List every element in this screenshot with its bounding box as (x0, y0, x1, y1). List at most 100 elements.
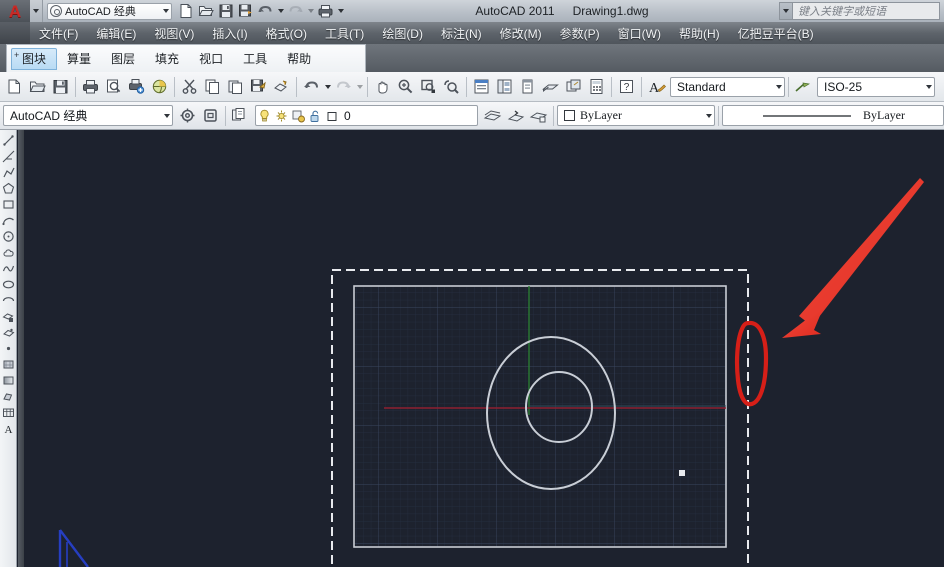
object-color-combo[interactable]: ByLayer (557, 105, 715, 126)
plot-preview-icon[interactable] (102, 75, 125, 99)
tab-blocks[interactable]: 图块 (11, 48, 57, 70)
new-button[interactable] (176, 2, 195, 21)
application-menu-caret[interactable] (30, 0, 43, 22)
help-icon[interactable]: ? (615, 75, 638, 99)
model-space-viewport[interactable] (24, 130, 944, 567)
publish-icon[interactable] (125, 75, 148, 99)
tab-tools[interactable]: 工具 (233, 48, 277, 70)
point-tool-icon[interactable] (1, 340, 16, 356)
arc-tool-icon[interactable] (1, 212, 16, 228)
sheet-set-icon[interactable] (539, 75, 562, 99)
tab-viewport[interactable]: 视口 (189, 48, 233, 70)
menu-yibadou-platform[interactable]: 亿把豆平台(B) (729, 22, 823, 44)
menu-insert[interactable]: 插入(I) (203, 22, 256, 44)
workspace-combo[interactable]: AutoCAD 经典 (3, 105, 173, 126)
tab-quantity[interactable]: 算量 (57, 48, 101, 70)
redo-icon[interactable] (332, 75, 355, 99)
tab-hatch[interactable]: 填充 (145, 48, 189, 70)
insert-block-tool-icon[interactable] (1, 308, 16, 324)
3d-publish-icon[interactable] (148, 75, 171, 99)
menu-modify[interactable]: 修改(M) (491, 22, 551, 44)
undo-icon[interactable] (300, 75, 323, 99)
application-menu-button[interactable]: A (0, 0, 30, 22)
markup-set-icon[interactable] (562, 75, 585, 99)
layer-properties-manager-icon[interactable] (229, 104, 252, 128)
layer-thaw-icon[interactable] (273, 106, 290, 125)
zoom-previous-icon[interactable] (440, 75, 463, 99)
hatch-tool-icon[interactable] (1, 356, 16, 372)
quick-calc-icon[interactable] (585, 75, 608, 99)
designcenter-icon[interactable] (493, 75, 516, 99)
menu-edit[interactable]: 编辑(E) (87, 22, 145, 44)
tab-help[interactable]: 帮助 (277, 48, 321, 70)
match-properties-icon[interactable] (247, 75, 270, 99)
region-tool-icon[interactable] (1, 388, 16, 404)
rectangle-tool-icon[interactable] (1, 196, 16, 212)
plot-dropdown[interactable] (336, 0, 345, 23)
block-editor-icon[interactable] (270, 75, 293, 99)
menu-window[interactable]: 窗口(W) (609, 22, 670, 44)
layer-on-icon[interactable] (256, 106, 273, 125)
menu-format[interactable]: 格式(O) (257, 22, 316, 44)
open-button[interactable] (196, 2, 215, 21)
gradient-tool-icon[interactable] (1, 372, 16, 388)
drawing-canvas[interactable]: A (0, 130, 944, 567)
search-input[interactable]: 键入关键字或短语 (792, 2, 940, 20)
redo-dropdown[interactable] (306, 0, 315, 23)
undo-dropdown-arrow[interactable] (323, 75, 332, 99)
construction-line-tool-icon[interactable] (1, 148, 16, 164)
save-button[interactable] (216, 2, 235, 21)
menu-file[interactable]: 文件(F) (30, 22, 87, 44)
layer-combo[interactable]: 0 (255, 105, 478, 126)
layer-plot-icon[interactable] (290, 106, 307, 125)
new-file-icon[interactable] (3, 75, 26, 99)
zoom-realtime-icon[interactable] (394, 75, 417, 99)
menu-view[interactable]: 视图(V) (145, 22, 203, 44)
layer-unlock-icon[interactable] (307, 106, 324, 125)
workspace-settings-icon[interactable] (176, 104, 199, 128)
paste-icon[interactable] (224, 75, 247, 99)
menu-dimension[interactable]: 标注(N) (432, 22, 491, 44)
redo-button[interactable] (286, 2, 305, 21)
polygon-tool-icon[interactable] (1, 180, 16, 196)
polyline-tool-icon[interactable] (1, 164, 16, 180)
open-file-icon[interactable] (26, 75, 49, 99)
copy-icon[interactable] (201, 75, 224, 99)
menu-parametric[interactable]: 参数(P) (551, 22, 609, 44)
dim-style-combo[interactable]: ISO-25 (817, 77, 935, 97)
tool-palettes-icon[interactable] (516, 75, 539, 99)
search-dropdown-button[interactable] (779, 2, 792, 20)
layer-states-icon[interactable] (527, 104, 550, 128)
linetype-combo[interactable]: ByLayer (722, 105, 944, 126)
pan-icon[interactable] (371, 75, 394, 99)
text-style-combo[interactable]: Standard (670, 77, 785, 97)
properties-palette-icon[interactable] (470, 75, 493, 99)
make-block-tool-icon[interactable] (1, 324, 16, 340)
layer-previous-icon[interactable] (481, 104, 504, 128)
menu-draw[interactable]: 绘图(D) (373, 22, 432, 44)
workspace-lock-icon[interactable] (199, 104, 222, 128)
save-as-button[interactable] (236, 2, 255, 21)
table-tool-icon[interactable] (1, 404, 16, 420)
undo-dropdown[interactable] (276, 0, 285, 23)
undo-button[interactable] (256, 2, 275, 21)
spline-tool-icon[interactable] (1, 260, 16, 276)
menu-tools[interactable]: 工具(T) (316, 22, 373, 44)
redo-dropdown-arrow[interactable] (355, 75, 364, 99)
circle-tool-icon[interactable] (1, 228, 16, 244)
menu-help[interactable]: 帮助(H) (670, 22, 729, 44)
zoom-window-icon[interactable] (417, 75, 440, 99)
plot-button[interactable] (316, 2, 335, 21)
plot-icon[interactable] (79, 75, 102, 99)
line-tool-icon[interactable] (1, 132, 16, 148)
dim-style-icon[interactable] (792, 75, 815, 99)
ellipse-tool-icon[interactable] (1, 276, 16, 292)
multiline-text-tool-icon[interactable]: A (1, 420, 16, 436)
text-style-icon[interactable]: A (645, 75, 668, 99)
layer-make-current-icon[interactable] (504, 104, 527, 128)
cut-icon[interactable] (178, 75, 201, 99)
save-file-icon[interactable] (49, 75, 72, 99)
revcloud-tool-icon[interactable] (1, 244, 16, 260)
workspace-selector[interactable]: AutoCAD 经典 (47, 3, 172, 20)
ellipse-arc-tool-icon[interactable] (1, 292, 16, 308)
